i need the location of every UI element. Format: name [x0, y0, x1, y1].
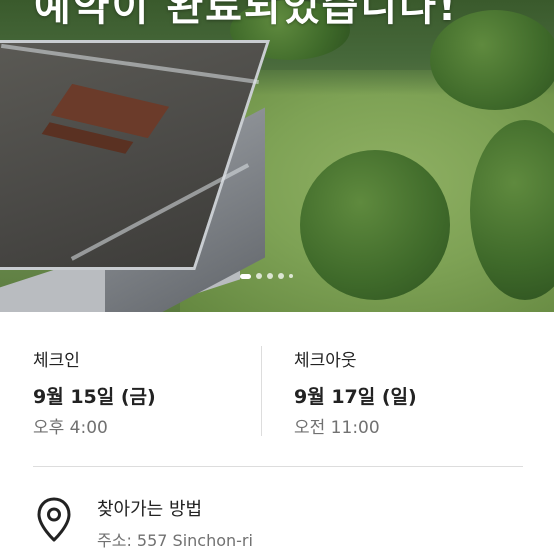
carousel-dot[interactable]	[256, 273, 262, 279]
directions-row[interactable]: 찾아가는 방법 주소: 557 Sinchon-ri	[0, 467, 554, 554]
carousel-pagination[interactable]	[240, 272, 293, 280]
checkout-time: 오전 11:00	[294, 418, 380, 438]
checkin-time: 오후 4:00	[33, 418, 108, 438]
carousel-dot[interactable]	[267, 273, 273, 279]
checkin-label: 체크인	[33, 351, 80, 371]
confirmation-headline: 예약이 완료되었습니다!	[34, 0, 459, 30]
checkin-date: 9월 15일 (금)	[33, 386, 156, 408]
carousel-dot-active[interactable]	[240, 273, 251, 279]
directions-title: 찾아가는 방법	[97, 499, 203, 520]
column-divider	[261, 346, 262, 436]
listing-photo-carousel[interactable]: 예약이 완료되었습니다!	[0, 0, 554, 312]
carousel-dot[interactable]	[289, 274, 293, 278]
carousel-dot[interactable]	[278, 273, 284, 279]
map-pin-icon	[37, 497, 71, 542]
directions-address: 주소: 557 Sinchon-ri	[97, 531, 253, 550]
photo-tree	[300, 150, 450, 300]
checkin-checkout-section: 체크인 9월 15일 (금) 오후 4:00 체크아웃 9월 17일 (일) 오…	[0, 312, 554, 466]
checkout-date: 9월 17일 (일)	[294, 386, 417, 408]
checkout-label: 체크아웃	[294, 351, 357, 371]
